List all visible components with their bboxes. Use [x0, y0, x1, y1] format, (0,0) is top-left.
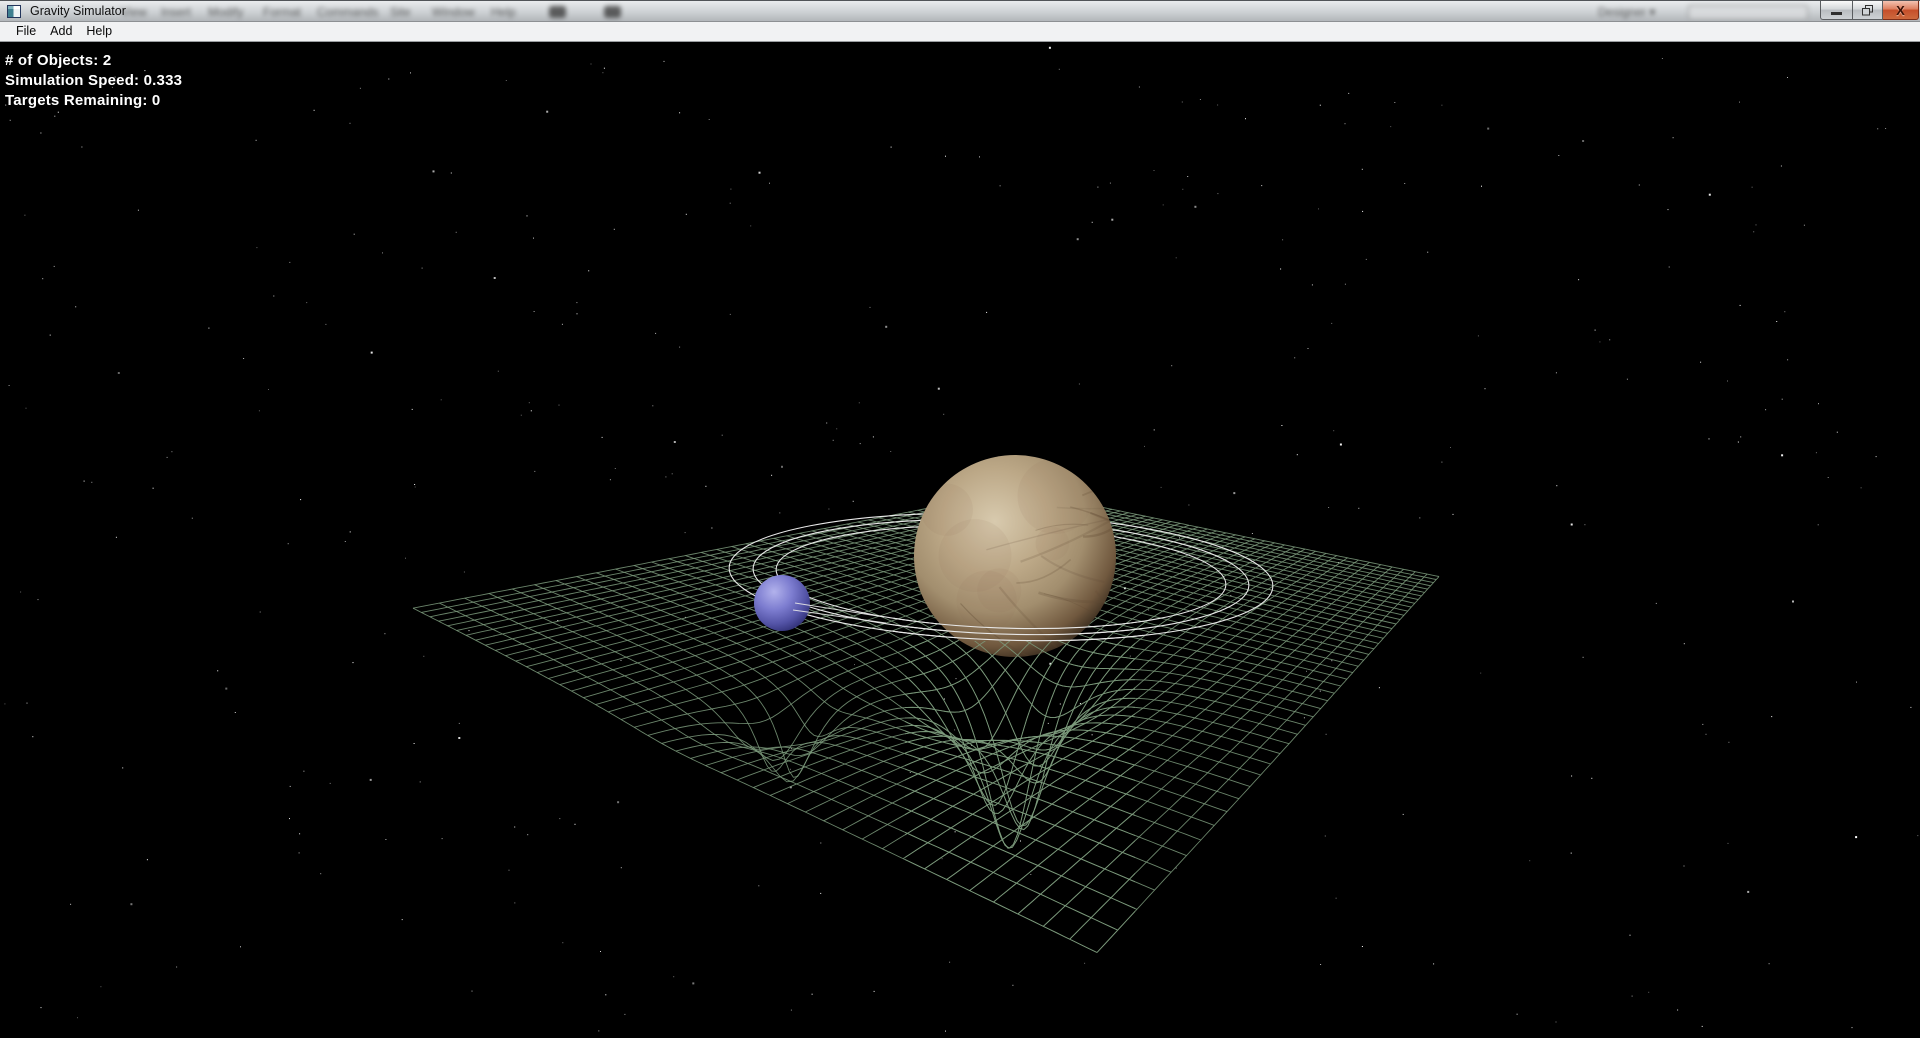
titlebar[interactable]: ViewInsertModifyFormatCommandsSiteWindow… — [0, 0, 1920, 22]
minimize-button[interactable] — [1820, 1, 1852, 20]
background-search-box — [1688, 5, 1808, 20]
restore-button[interactable] — [1852, 1, 1883, 20]
background-menu-item: Site — [390, 5, 411, 19]
moon-object[interactable] — [754, 575, 810, 631]
restore-icon — [1862, 5, 1874, 16]
background-menu-item: Modify — [208, 5, 243, 19]
hud-overlay: # of Objects: 2 Simulation Speed: 0.333 … — [5, 51, 182, 111]
app-icon — [7, 5, 21, 18]
background-menu-item: Help — [491, 5, 516, 19]
menu-add[interactable]: Add — [43, 22, 79, 41]
background-toolbar-icon — [549, 6, 566, 18]
hud-simulation-speed: Simulation Speed: 0.333 — [5, 71, 182, 91]
simulation-viewport[interactable]: # of Objects: 2 Simulation Speed: 0.333 … — [0, 42, 1920, 1038]
close-icon: X — [1896, 2, 1905, 19]
menu-help[interactable]: Help — [79, 22, 119, 41]
hud-targets-remaining: Targets Remaining: 0 — [5, 91, 182, 111]
background-menu-item: Commands — [317, 5, 378, 19]
window-controls: X — [1820, 1, 1919, 20]
background-menu-item: Insert — [161, 5, 191, 19]
window-title: Gravity Simulator — [30, 1, 126, 22]
close-button[interactable]: X — [1883, 1, 1919, 20]
background-menu-item: Window — [432, 5, 475, 19]
scene-canvas — [0, 42, 1920, 1038]
background-window-menus: ViewInsertModifyFormatCommandsSiteWindow… — [0, 1, 1920, 21]
background-menu-item: Format — [263, 5, 301, 19]
minimize-icon — [1831, 12, 1842, 15]
menubar: File Add Help — [0, 22, 1920, 42]
background-designer-label: Designer ▾ — [1598, 5, 1655, 19]
app-window: ViewInsertModifyFormatCommandsSiteWindow… — [0, 0, 1920, 1038]
hud-object-count: # of Objects: 2 — [5, 51, 182, 71]
menu-file[interactable]: File — [9, 22, 43, 41]
background-toolbar-icon — [604, 6, 621, 18]
